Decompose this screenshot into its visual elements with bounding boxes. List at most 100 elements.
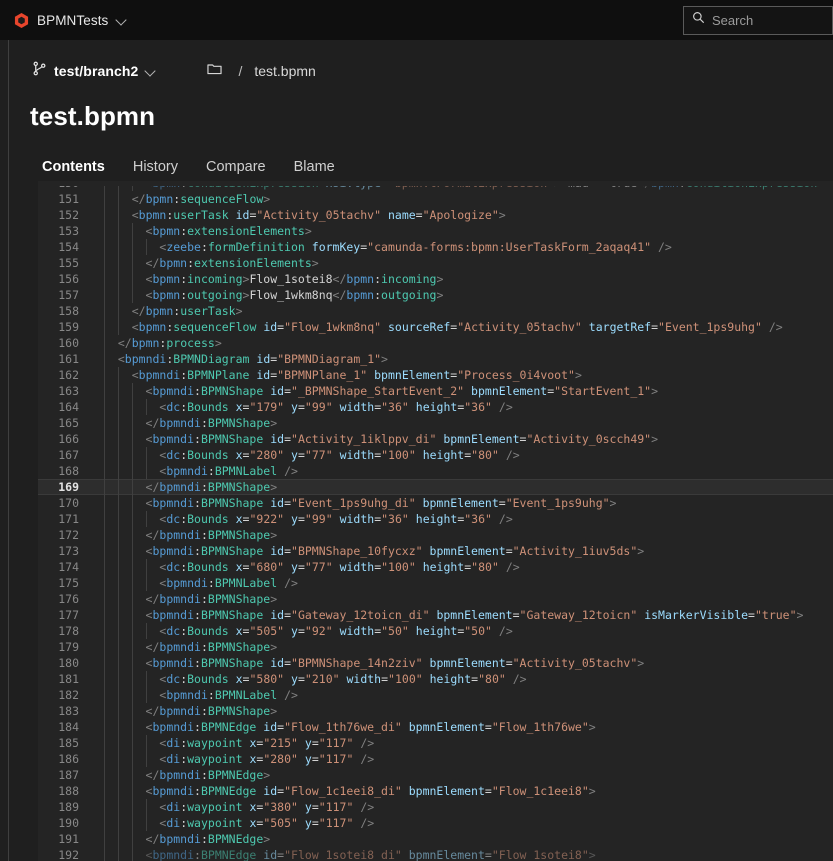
chevron-down-icon[interactable] — [116, 14, 128, 26]
code-line[interactable]: 178 <dc:Bounds x="505" y="92" width="50"… — [38, 623, 833, 639]
line-number: 186 — [58, 752, 79, 766]
token: bpmnElement — [443, 432, 520, 446]
code-line[interactable]: 170 <bpmndi:BPMNShape id="Event_1ps9uhg_… — [38, 495, 833, 511]
code-line[interactable]: 156 <bpmn:incoming>Flow_1sotei8</bpmn:in… — [38, 271, 833, 287]
indent-guide — [131, 511, 133, 527]
code-line[interactable]: 164 <dc:Bounds x="179" y="99" width="36"… — [38, 399, 833, 415]
indent-guide — [117, 703, 119, 719]
token: name — [387, 208, 416, 222]
indent-guide — [104, 447, 105, 463]
indent-guide — [131, 687, 133, 703]
token: x — [235, 560, 243, 574]
code-line[interactable]: 157 <bpmn:outgoing>Flow_1wkm8nq</bpmn:ou… — [38, 287, 833, 303]
token: = — [297, 400, 305, 414]
code-line[interactable]: 168 <bpmndi:BPMNLabel /> — [38, 463, 833, 479]
code-line[interactable]: 166 <bpmndi:BPMNShape id="Activity_1iklp… — [38, 431, 833, 447]
branch-selector[interactable]: test/branch2 — [30, 58, 161, 84]
code-line[interactable]: 184 <bpmndi:BPMNEdge id="Flow_1th76we_di… — [38, 719, 833, 735]
token: sequenceFlow — [180, 192, 264, 206]
indent-guide — [145, 735, 147, 751]
indent-guide — [104, 495, 105, 511]
code-line[interactable]: 160 </bpmn:process> — [38, 335, 833, 351]
token: bpmnElement — [471, 384, 548, 398]
code-line[interactable]: 162 <bpmndi:BPMNPlane id="BPMNPlane_1" b… — [38, 367, 833, 383]
token: "280" — [263, 752, 298, 766]
code-line[interactable]: 192 <bpmndi:BPMNEdge id="Flow_1sotei8_di… — [38, 847, 833, 861]
code-line[interactable]: 151 </bpmn:sequenceFlow> — [38, 191, 833, 207]
token: </ — [145, 592, 160, 606]
code-line[interactable]: 152 <bpmn:userTask id="Activity_05tachv"… — [38, 207, 833, 223]
code-line[interactable]: 165 </bpmndi:BPMNShape> — [38, 415, 833, 431]
code-line[interactable]: 175 <bpmndi:BPMNLabel /> — [38, 575, 833, 591]
token: "80" — [471, 560, 499, 574]
code-line[interactable]: 169 </bpmndi:BPMNShape> — [38, 479, 833, 495]
token: dc — [166, 400, 181, 414]
token: "Flow_1sotei8" — [491, 848, 589, 861]
code-line[interactable]: 159 <bpmn:sequenceFlow id="Flow_1wkm8nq"… — [38, 319, 833, 335]
code-line[interactable]: 177 <bpmndi:BPMNShape id="Gateway_12toic… — [38, 607, 833, 623]
token: id — [235, 208, 250, 222]
code-line[interactable]: 181 <dc:Bounds x="580" y="210" width="10… — [38, 671, 833, 687]
chevron-down-icon[interactable] — [145, 65, 157, 77]
token: = — [297, 448, 305, 462]
code-tokens: <di:waypoint x="380" y="117" /> — [104, 800, 374, 814]
code-line[interactable]: 190 <di:waypoint x="505" y="117" /> — [38, 815, 833, 831]
branch-name: test/branch2 — [54, 63, 139, 79]
code-line-content: <bpmndi:BPMNEdge id="Flow_1th76we_di" bp… — [90, 719, 833, 735]
code-line[interactable]: 161 <bpmndi:BPMNDiagram id="BPMNDiagram_… — [38, 351, 833, 367]
code-viewer[interactable]: 150 <bpmn:conditionExpression xsi:type="… — [38, 181, 833, 861]
breadcrumb-file-name[interactable]: test.bpmn — [254, 63, 315, 79]
code-line-content: <dc:Bounds x="179" y="99" width="36" hei… — [90, 399, 833, 415]
token: bpmnElement — [408, 784, 485, 798]
code-line-content: <di:waypoint x="380" y="117" /> — [90, 799, 833, 815]
code-line[interactable]: 171 <dc:Bounds x="922" y="99" width="36"… — [38, 511, 833, 527]
code-line[interactable]: 155 </bpmn:extensionElements> — [38, 255, 833, 271]
code-line[interactable]: 189 <di:waypoint x="380" y="117" /> — [38, 799, 833, 815]
token: Bounds — [187, 448, 229, 462]
code-line[interactable]: 167 <dc:Bounds x="280" y="77" width="100… — [38, 447, 833, 463]
token: Bounds — [187, 512, 229, 526]
code-line[interactable]: 183 </bpmndi:BPMNShape> — [38, 703, 833, 719]
token: bpmn — [152, 224, 181, 238]
token: bpmnElement — [374, 368, 451, 382]
token: </ — [145, 832, 160, 846]
code-line-content: <bpmndi:BPMNEdge id="Flow_1sotei8_di" bp… — [90, 847, 833, 861]
token: </ — [131, 192, 146, 206]
code-tokens: <di:waypoint x="215" y="117" /> — [104, 736, 374, 750]
token: : — [194, 496, 201, 510]
code-line[interactable]: 172 </bpmndi:BPMNShape> — [38, 527, 833, 543]
indent-guide — [145, 671, 147, 687]
code-line[interactable]: 188 <bpmndi:BPMNEdge id="Flow_1c1eei8_di… — [38, 783, 833, 799]
code-line[interactable]: 173 <bpmndi:BPMNShape id="BPMNShape_10fy… — [38, 543, 833, 559]
token: > — [263, 768, 271, 782]
code-line[interactable]: 158 </bpmn:userTask> — [38, 303, 833, 319]
code-line-content: <bpmndi:BPMNEdge id="Flow_1c1eei8_di" bp… — [90, 783, 833, 799]
indent-guide — [131, 223, 133, 239]
folder-breadcrumb-button[interactable] — [203, 60, 226, 83]
code-line[interactable]: 182 <bpmndi:BPMNLabel /> — [38, 687, 833, 703]
token: : — [200, 592, 208, 606]
code-line[interactable]: 180 <bpmndi:BPMNShape id="BPMNShape_14n2… — [38, 655, 833, 671]
token: "580" — [249, 672, 285, 686]
code-line[interactable]: 179 </bpmndi:BPMNShape> — [38, 639, 833, 655]
organization-selector[interactable]: BPMNTests — [0, 0, 138, 40]
token: bpmndi — [159, 704, 201, 718]
code-tokens: </bpmndi:BPMNShape> — [104, 528, 278, 542]
code-line[interactable]: 187 </bpmndi:BPMNEdge> — [38, 767, 833, 783]
token: bpmnElement — [429, 656, 506, 670]
code-line[interactable]: 185 <di:waypoint x="215" y="117" /> — [38, 735, 833, 751]
code-line[interactable]: 191 </bpmndi:BPMNEdge> — [38, 831, 833, 847]
code-line[interactable]: 153 <bpmn:extensionElements> — [38, 223, 833, 239]
indent-guide — [104, 223, 105, 239]
code-line[interactable]: 186 <di:waypoint x="280" y="117" /> — [38, 751, 833, 767]
code-line[interactable]: 174 <dc:Bounds x="680" y="77" width="100… — [38, 559, 833, 575]
code-line[interactable]: 176 </bpmndi:BPMNShape> — [38, 591, 833, 607]
code-line[interactable]: 163 <bpmndi:BPMNShape id="_BPMNShape_Sta… — [38, 383, 833, 399]
line-number: 182 — [58, 688, 79, 702]
code-line[interactable]: 154 <zeebe:formDefinition formKey="camun… — [38, 239, 833, 255]
search-input[interactable]: Search — [683, 5, 833, 35]
